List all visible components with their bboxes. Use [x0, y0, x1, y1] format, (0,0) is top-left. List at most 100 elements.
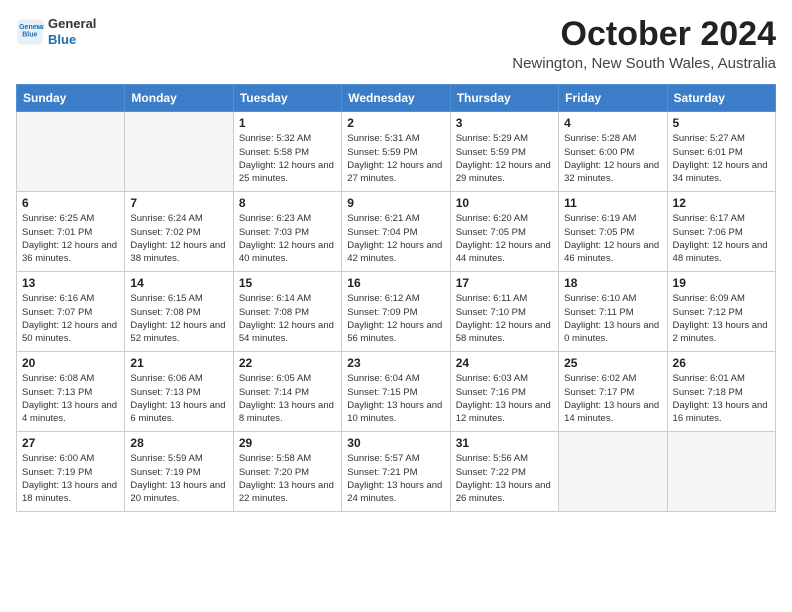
- calendar-cell: [125, 112, 233, 192]
- day-number: 7: [130, 196, 227, 210]
- day-number: 5: [673, 116, 770, 130]
- title-block: October 2024 Newington, New South Wales,…: [512, 16, 776, 72]
- day-number: 29: [239, 436, 336, 450]
- logo-text: General Blue: [48, 16, 96, 49]
- day-detail: Sunrise: 6:12 AMSunset: 7:09 PMDaylight:…: [347, 292, 444, 345]
- calendar-cell: 20 Sunrise: 6:08 AMSunset: 7:13 PMDayligh…: [17, 352, 125, 432]
- day-number: 10: [456, 196, 553, 210]
- week-row-2: 6 Sunrise: 6:25 AMSunset: 7:01 PMDaylight…: [17, 192, 776, 272]
- day-detail: Sunrise: 5:27 AMSunset: 6:01 PMDaylight:…: [673, 132, 770, 185]
- day-detail: Sunrise: 5:57 AMSunset: 7:21 PMDaylight:…: [347, 452, 444, 505]
- calendar-cell: 19 Sunrise: 6:09 AMSunset: 7:12 PMDayligh…: [667, 272, 775, 352]
- day-detail: Sunrise: 6:25 AMSunset: 7:01 PMDaylight:…: [22, 212, 119, 265]
- day-detail: Sunrise: 6:11 AMSunset: 7:10 PMDaylight:…: [456, 292, 553, 345]
- day-header-saturday: Saturday: [667, 85, 775, 112]
- day-number: 25: [564, 356, 661, 370]
- calendar-cell: 18 Sunrise: 6:10 AMSunset: 7:11 PMDayligh…: [559, 272, 667, 352]
- calendar-cell: 26 Sunrise: 6:01 AMSunset: 7:18 PMDayligh…: [667, 352, 775, 432]
- week-row-3: 13Sunrise: 6:16 AMSunset: 7:07 PMDayligh…: [17, 272, 776, 352]
- day-detail: Sunrise: 6:05 AMSunset: 7:14 PMDaylight:…: [239, 372, 336, 425]
- calendar-cell: 5 Sunrise: 5:27 AMSunset: 6:01 PMDaylight…: [667, 112, 775, 192]
- day-detail: Sunrise: 6:20 AMSunset: 7:05 PMDaylight:…: [456, 212, 553, 265]
- calendar-cell: 28 Sunrise: 5:59 AMSunset: 7:19 PMDayligh…: [125, 432, 233, 512]
- calendar-cell: 11Sunrise: 6:19 AMSunset: 7:05 PMDayligh…: [559, 192, 667, 272]
- day-number: 19: [673, 276, 770, 290]
- week-row-1: 1 Sunrise: 5:32 AMSunset: 5:58 PMDaylight…: [17, 112, 776, 192]
- day-number: 11: [564, 196, 661, 210]
- calendar-cell: 29Sunrise: 5:58 AMSunset: 7:20 PMDayligh…: [233, 432, 341, 512]
- day-number: 28: [130, 436, 227, 450]
- day-number: 8: [239, 196, 336, 210]
- day-number: 1: [239, 116, 336, 130]
- day-number: 20: [22, 356, 119, 370]
- calendar-cell: [667, 432, 775, 512]
- day-detail: Sunrise: 5:29 AMSunset: 5:59 PMDaylight:…: [456, 132, 553, 185]
- calendar-cell: 14 Sunrise: 6:15 AMSunset: 7:08 PMDayligh…: [125, 272, 233, 352]
- day-header-tuesday: Tuesday: [233, 85, 341, 112]
- day-detail: Sunrise: 6:14 AMSunset: 7:08 PMDaylight:…: [239, 292, 336, 345]
- day-number: 17: [456, 276, 553, 290]
- calendar-cell: 6 Sunrise: 6:25 AMSunset: 7:01 PMDaylight…: [17, 192, 125, 272]
- day-number: 9: [347, 196, 444, 210]
- location-subtitle: Newington, New South Wales, Australia: [512, 55, 776, 72]
- day-detail: Sunrise: 5:32 AMSunset: 5:58 PMDaylight:…: [239, 132, 336, 185]
- day-number: 2: [347, 116, 444, 130]
- day-header-friday: Friday: [559, 85, 667, 112]
- calendar-cell: 16 Sunrise: 6:12 AMSunset: 7:09 PMDayligh…: [342, 272, 450, 352]
- day-number: 22: [239, 356, 336, 370]
- calendar-cell: 15 Sunrise: 6:14 AMSunset: 7:08 PMDayligh…: [233, 272, 341, 352]
- day-number: 24: [456, 356, 553, 370]
- calendar-cell: 9 Sunrise: 6:21 AMSunset: 7:04 PMDaylight…: [342, 192, 450, 272]
- calendar-cell: [559, 432, 667, 512]
- logo: General Blue General Blue: [16, 16, 96, 49]
- day-number: 4: [564, 116, 661, 130]
- day-detail: Sunrise: 5:56 AMSunset: 7:22 PMDaylight:…: [456, 452, 553, 505]
- day-number: 18: [564, 276, 661, 290]
- day-detail: Sunrise: 6:01 AMSunset: 7:18 PMDaylight:…: [673, 372, 770, 425]
- day-detail: Sunrise: 6:02 AMSunset: 7:17 PMDaylight:…: [564, 372, 661, 425]
- page-header: General Blue General Blue October 2024 N…: [16, 16, 776, 72]
- calendar-cell: 23Sunrise: 6:04 AMSunset: 7:15 PMDayligh…: [342, 352, 450, 432]
- day-number: 14: [130, 276, 227, 290]
- day-detail: Sunrise: 6:08 AMSunset: 7:13 PMDaylight:…: [22, 372, 119, 425]
- day-detail: Sunrise: 6:10 AMSunset: 7:11 PMDaylight:…: [564, 292, 661, 345]
- calendar-cell: 7Sunrise: 6:24 AMSunset: 7:02 PMDaylight…: [125, 192, 233, 272]
- day-detail: Sunrise: 6:21 AMSunset: 7:04 PMDaylight:…: [347, 212, 444, 265]
- week-row-4: 20 Sunrise: 6:08 AMSunset: 7:13 PMDayligh…: [17, 352, 776, 432]
- day-detail: Sunrise: 6:09 AMSunset: 7:12 PMDaylight:…: [673, 292, 770, 345]
- day-number: 26: [673, 356, 770, 370]
- day-detail: Sunrise: 6:15 AMSunset: 7:08 PMDaylight:…: [130, 292, 227, 345]
- calendar-cell: 2 Sunrise: 5:31 AMSunset: 5:59 PMDaylight…: [342, 112, 450, 192]
- day-detail: Sunrise: 6:00 AMSunset: 7:19 PMDaylight:…: [22, 452, 119, 505]
- calendar-cell: 4Sunrise: 5:28 AMSunset: 6:00 PMDaylight…: [559, 112, 667, 192]
- day-detail: Sunrise: 6:17 AMSunset: 7:06 PMDaylight:…: [673, 212, 770, 265]
- day-detail: Sunrise: 5:59 AMSunset: 7:19 PMDaylight:…: [130, 452, 227, 505]
- day-detail: Sunrise: 6:03 AMSunset: 7:16 PMDaylight:…: [456, 372, 553, 425]
- calendar-cell: 12 Sunrise: 6:17 AMSunset: 7:06 PMDayligh…: [667, 192, 775, 272]
- day-number: 6: [22, 196, 119, 210]
- day-number: 31: [456, 436, 553, 450]
- calendar-cell: 30 Sunrise: 5:57 AMSunset: 7:21 PMDayligh…: [342, 432, 450, 512]
- day-header-wednesday: Wednesday: [342, 85, 450, 112]
- month-title: October 2024: [512, 16, 776, 53]
- day-header-sunday: Sunday: [17, 85, 125, 112]
- day-number: 12: [673, 196, 770, 210]
- day-number: 30: [347, 436, 444, 450]
- day-number: 13: [22, 276, 119, 290]
- calendar-cell: 25 Sunrise: 6:02 AMSunset: 7:17 PMDayligh…: [559, 352, 667, 432]
- calendar-cell: 22 Sunrise: 6:05 AMSunset: 7:14 PMDayligh…: [233, 352, 341, 432]
- svg-text:Blue: Blue: [22, 32, 37, 39]
- calendar-table: SundayMondayTuesdayWednesdayThursdayFrid…: [16, 84, 776, 512]
- day-number: 16: [347, 276, 444, 290]
- day-number: 15: [239, 276, 336, 290]
- day-header-monday: Monday: [125, 85, 233, 112]
- calendar-cell: 24 Sunrise: 6:03 AMSunset: 7:16 PMDayligh…: [450, 352, 558, 432]
- header-row: SundayMondayTuesdayWednesdayThursdayFrid…: [17, 85, 776, 112]
- calendar-cell: 3Sunrise: 5:29 AMSunset: 5:59 PMDaylight…: [450, 112, 558, 192]
- calendar-cell: 27 Sunrise: 6:00 AMSunset: 7:19 PMDayligh…: [17, 432, 125, 512]
- day-detail: Sunrise: 5:31 AMSunset: 5:59 PMDaylight:…: [347, 132, 444, 185]
- calendar-cell: 13Sunrise: 6:16 AMSunset: 7:07 PMDayligh…: [17, 272, 125, 352]
- day-number: 27: [22, 436, 119, 450]
- calendar-cell: 21Sunrise: 6:06 AMSunset: 7:13 PMDayligh…: [125, 352, 233, 432]
- calendar-cell: 1 Sunrise: 5:32 AMSunset: 5:58 PMDaylight…: [233, 112, 341, 192]
